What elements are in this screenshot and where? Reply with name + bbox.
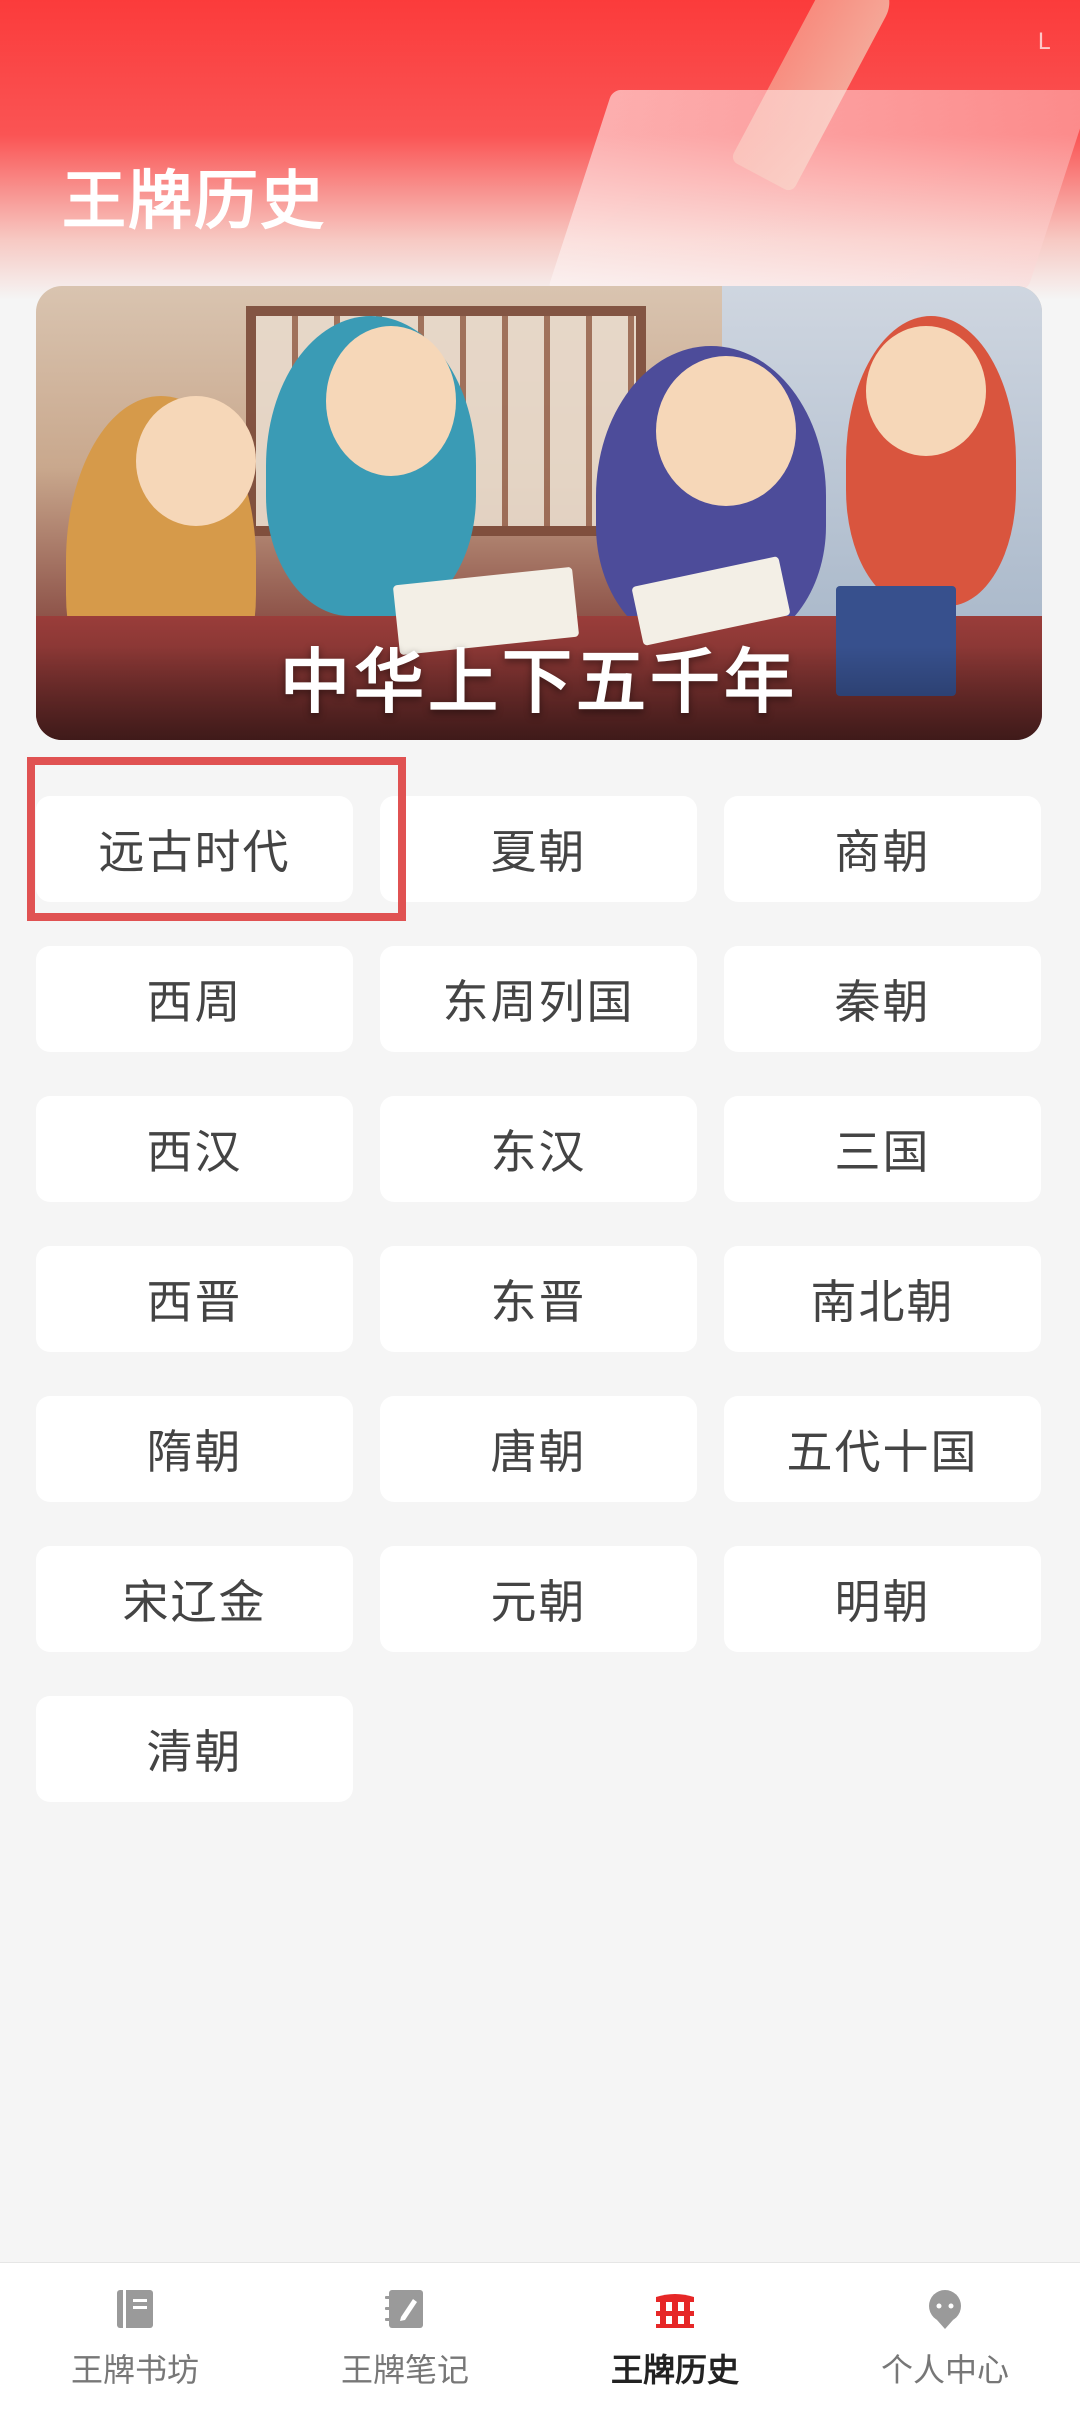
era-button-western-han[interactable]: 西汉 xyxy=(36,1096,353,1202)
tab-notes[interactable]: 王牌笔记 xyxy=(270,2263,540,2409)
era-button-tang[interactable]: 唐朝 xyxy=(380,1396,697,1502)
corner-mark: L xyxy=(1037,30,1050,55)
era-button-three-kingdoms[interactable]: 三国 xyxy=(724,1096,1041,1202)
book-illustration xyxy=(547,90,1080,290)
era-button-five-dynasties[interactable]: 五代十国 xyxy=(724,1396,1041,1502)
tab-label: 个人中心 xyxy=(880,2351,1009,2389)
tab-label: 王牌笔记 xyxy=(340,2351,469,2389)
profile-icon xyxy=(921,2285,969,2333)
child-head xyxy=(866,326,986,456)
page-title: 王牌历史 xyxy=(62,165,326,239)
era-button-southern-northern[interactable]: 南北朝 xyxy=(724,1246,1041,1352)
banner-caption: 中华上下五千年 xyxy=(280,641,798,723)
era-button-eastern-han[interactable]: 东汉 xyxy=(380,1096,697,1202)
child-head xyxy=(326,326,456,476)
tab-history[interactable]: 王牌历史 xyxy=(540,2263,810,2409)
banner[interactable]: 中华上下五千年 xyxy=(36,286,1042,740)
tab-label: 王牌书坊 xyxy=(70,2351,199,2389)
child-head xyxy=(656,356,796,506)
era-button-qing[interactable]: 清朝 xyxy=(36,1696,353,1802)
era-button-xia[interactable]: 夏朝 xyxy=(380,796,697,902)
child-head xyxy=(136,396,256,526)
history-gate-icon xyxy=(651,2285,699,2333)
era-grid: 远古时代 夏朝 商朝 西周 东周列国 秦朝 西汉 东汉 三国 西晋 东晋 南北朝… xyxy=(36,796,1042,1802)
era-button-western-jin[interactable]: 西晋 xyxy=(36,1246,353,1352)
era-button-eastern-zhou[interactable]: 东周列国 xyxy=(380,946,697,1052)
header: L 王牌历史 xyxy=(0,0,1080,300)
era-button-qin[interactable]: 秦朝 xyxy=(724,946,1041,1052)
tab-bookstore[interactable]: 王牌书坊 xyxy=(0,2263,270,2409)
book-icon xyxy=(111,2285,159,2333)
tab-profile[interactable]: 个人中心 xyxy=(810,2263,1080,2409)
era-button-sui[interactable]: 隋朝 xyxy=(36,1396,353,1502)
era-button-eastern-jin[interactable]: 东晋 xyxy=(380,1246,697,1352)
selection-highlight xyxy=(27,757,406,921)
era-button-song-liao-jin[interactable]: 宋辽金 xyxy=(36,1546,353,1652)
era-button-yuan[interactable]: 元朝 xyxy=(380,1546,697,1652)
era-button-western-zhou[interactable]: 西周 xyxy=(36,946,353,1052)
bottom-tab-bar: 王牌书坊 王牌笔记 王牌历史 个人中心 xyxy=(0,2262,1080,2409)
notebook-pen-icon xyxy=(381,2285,429,2333)
era-button-shang[interactable]: 商朝 xyxy=(724,796,1041,902)
tab-label: 王牌历史 xyxy=(610,2351,739,2389)
era-button-ming[interactable]: 明朝 xyxy=(724,1546,1041,1652)
